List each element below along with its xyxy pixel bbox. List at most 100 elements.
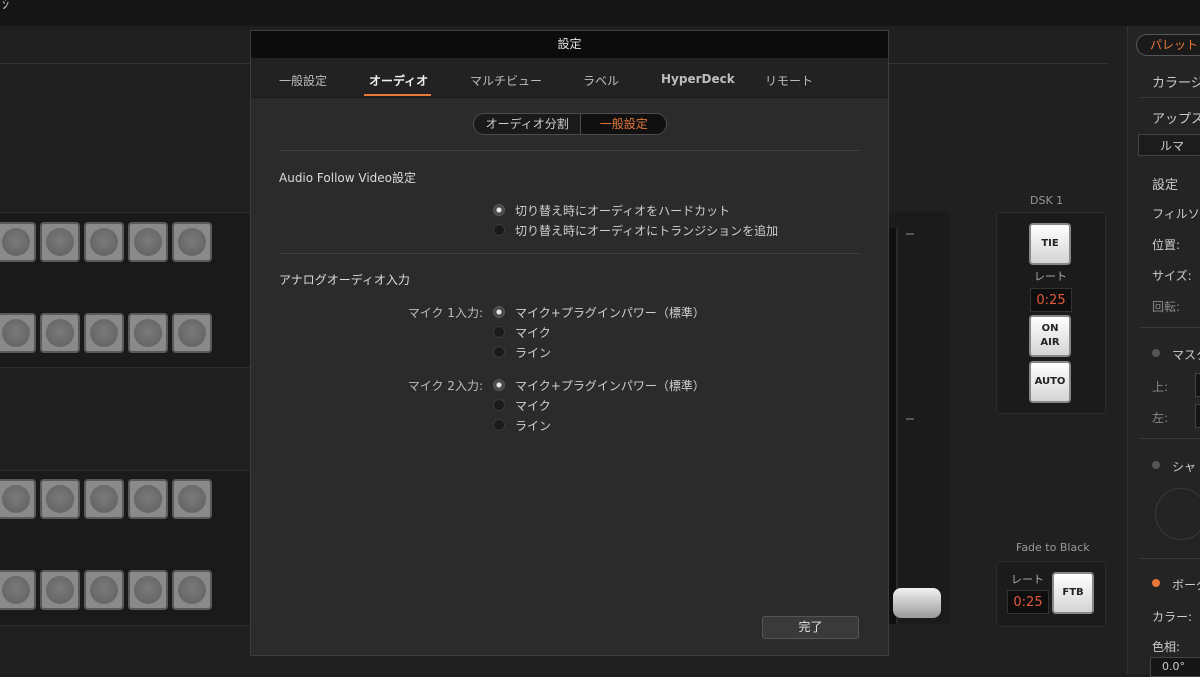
afv-hardcut-radio[interactable] [493, 204, 505, 216]
border-color-label: カラー: [1152, 610, 1193, 624]
palette-divider [1140, 438, 1200, 439]
mask-left-field[interactable] [1195, 404, 1200, 428]
program-source-button[interactable] [128, 222, 168, 262]
rotation-label: 回転: [1152, 300, 1181, 314]
preview-source-button[interactable] [84, 313, 124, 353]
bus-row-4 [0, 570, 212, 616]
mic1-mic-radio[interactable] [493, 326, 505, 338]
app-title-fragment: ｼﾞ [2, 0, 16, 13]
key-type-luma: ルマ [1160, 139, 1185, 153]
source-button[interactable] [40, 479, 80, 519]
afv-transition-radio[interactable] [493, 224, 505, 236]
mic1-mic-label[interactable]: マイク [515, 324, 551, 341]
dsk-rate-value[interactable]: 0:25 [1030, 288, 1072, 312]
source-button[interactable] [84, 570, 124, 610]
segment-general[interactable]: 一般設定 [580, 114, 666, 134]
source-button[interactable] [40, 570, 80, 610]
tab-labels[interactable]: ラベル [583, 72, 619, 89]
source-button[interactable] [128, 479, 168, 519]
section-divider [279, 150, 861, 151]
hue-value: 0.0° [1162, 660, 1185, 673]
mask-left-label: 左: [1152, 411, 1169, 425]
palette-divider [1140, 327, 1200, 328]
dsk-tie-button[interactable]: TIE [1029, 223, 1071, 265]
mask-label: マスク [1172, 348, 1200, 362]
source-button[interactable] [128, 570, 168, 610]
dsk-label: DSK 1 [1030, 194, 1064, 207]
analog-audio-heading: アナログオーディオ入力 [279, 273, 410, 287]
tbar-handle[interactable] [893, 588, 941, 618]
ftb-rate-value[interactable]: 0:25 [1007, 590, 1049, 614]
bus-row-3 [0, 479, 212, 525]
size-label: サイズ: [1152, 269, 1192, 283]
preview-source-button[interactable] [128, 313, 168, 353]
tbar-tick [906, 418, 914, 420]
mask-top-field[interactable] [1195, 373, 1200, 397]
palette-color-generator[interactable]: カラージ [1152, 72, 1200, 91]
source-button[interactable] [84, 479, 124, 519]
source-button[interactable] [0, 479, 36, 519]
dsk-on-air-button[interactable]: ON AIR [1029, 315, 1071, 357]
palette-upstream-key[interactable]: アップス [1152, 108, 1200, 127]
mic2-plugin-power-radio[interactable] [493, 379, 505, 391]
afv-transition-label[interactable]: 切り替え時にオーディオにトランジションを追加 [515, 222, 778, 239]
mic1-plugin-power-label[interactable]: マイク+プラグインパワー（標準） [515, 304, 705, 321]
tab-audio[interactable]: オーディオ [369, 72, 428, 89]
ftb-label: Fade to Black [1016, 541, 1090, 554]
dialog-title: 設定 [251, 31, 888, 58]
afv-heading: Audio Follow Video設定 [279, 171, 416, 185]
afv-hardcut-label[interactable]: 切り替え時にオーディオをハードカット [515, 202, 730, 219]
source-button[interactable] [0, 570, 36, 610]
tbar-track [888, 228, 898, 624]
preview-bus-row [0, 313, 212, 359]
top-menu-bar: ｼﾞ [0, 0, 1200, 27]
mic2-input-label: マイク 2入力: [407, 379, 483, 393]
preview-source-button[interactable] [0, 313, 36, 353]
mic1-line-label[interactable]: ライン [515, 344, 551, 361]
ftb-button[interactable]: FTB [1052, 572, 1094, 614]
dsk-auto-button[interactable]: AUTO [1029, 361, 1071, 403]
mic2-mic-radio[interactable] [493, 399, 505, 411]
mic2-mic-label[interactable]: マイク [515, 397, 551, 414]
tab-hyperdeck[interactable]: HyperDeck [661, 72, 735, 86]
palette-button[interactable]: パレット [1136, 34, 1200, 56]
border-label: ボーダ [1172, 578, 1200, 592]
settings-tabs: 一般設定 オーディオ マルチビュー ラベル HyperDeck リモート [251, 58, 888, 98]
palette-divider [1140, 558, 1200, 559]
palette-divider [1140, 97, 1200, 98]
preview-source-button[interactable] [40, 313, 80, 353]
mic1-plugin-power-radio[interactable] [493, 306, 505, 318]
palette-settings-heading: 設定 [1152, 178, 1179, 193]
light-source-dial[interactable] [1155, 488, 1200, 540]
mic1-line-radio[interactable] [493, 346, 505, 358]
segment-audio-split[interactable]: オーディオ分割 [474, 114, 580, 134]
program-source-button[interactable] [40, 222, 80, 262]
shadow-toggle-icon[interactable] [1152, 461, 1160, 469]
active-tab-indicator [364, 94, 431, 96]
shadow-label: シャ [1172, 460, 1197, 474]
mic2-line-label[interactable]: ライン [515, 417, 551, 434]
border-toggle-icon[interactable] [1152, 579, 1160, 587]
settings-dialog: 設定 一般設定 オーディオ マルチビュー ラベル HyperDeck リモート … [250, 30, 889, 656]
tab-multiview[interactable]: マルチビュー [470, 72, 542, 89]
source-button[interactable] [172, 570, 212, 610]
position-label: 位置: [1152, 238, 1181, 252]
mic2-plugin-power-label[interactable]: マイク+プラグインパワー（標準） [515, 377, 705, 394]
dsk-rate-label: レート [1034, 270, 1067, 283]
tab-general[interactable]: 一般設定 [279, 72, 327, 89]
ftb-rate-label: レート [1011, 573, 1044, 586]
audio-segmented-control: オーディオ分割 一般設定 [473, 113, 667, 135]
tbar-tick [906, 233, 914, 235]
program-source-button[interactable] [0, 222, 36, 262]
source-button[interactable] [172, 479, 212, 519]
program-source-button[interactable] [84, 222, 124, 262]
done-button[interactable]: 完了 [762, 616, 859, 639]
tab-remote[interactable]: リモート [765, 72, 813, 89]
preview-source-button[interactable] [172, 313, 212, 353]
mic1-input-label: マイク 1入力: [407, 306, 483, 320]
mic2-line-radio[interactable] [493, 419, 505, 431]
mask-top-label: 上: [1152, 380, 1169, 394]
program-source-button[interactable] [172, 222, 212, 262]
fill-source-label: フィルソー [1152, 207, 1200, 221]
mask-toggle-icon[interactable] [1152, 349, 1160, 357]
